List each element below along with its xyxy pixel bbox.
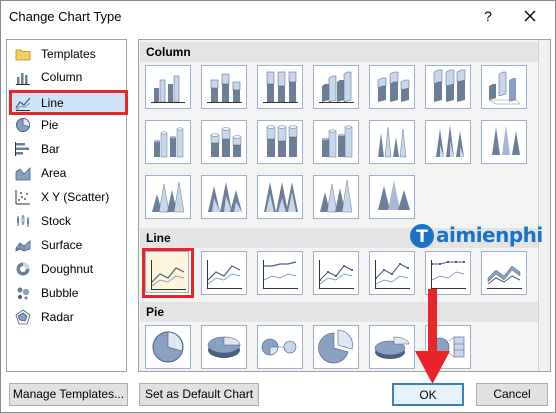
radar-chart-icon [15,309,31,325]
chart-subtype-tile[interactable] [313,175,359,219]
stock-chart-icon [17,215,29,227]
red-arrow-annotation [415,289,450,384]
doughnut-chart-icon [16,262,30,276]
gallery-scrollbar[interactable] [538,40,550,371]
chart-subtype-tile[interactable] [145,120,191,164]
category-templates[interactable]: Templates [9,43,126,65]
chart-subtype-tile[interactable] [425,65,471,109]
chart-subtype-tile[interactable] [369,325,415,369]
chart-subtype-tile[interactable] [425,120,471,164]
category-label: Surface [41,238,83,252]
section-header-pie: Pie [140,302,538,322]
chart-subtype-tile[interactable] [201,251,247,295]
area-chart-icon [15,167,31,181]
chart-subtype-tile[interactable] [313,65,359,109]
category-label: Line [41,95,64,110]
category-label: Bar [41,142,60,156]
column-chart-icon [16,73,30,85]
category-label: Column [41,70,83,84]
category-label: Templates [41,47,96,61]
scatter-chart-icon [15,190,30,205]
chart-subtype-tile[interactable] [369,251,415,295]
watermark-text: aimienphi [436,223,543,247]
category-label: X Y (Scatter) [41,190,110,204]
category-radar[interactable]: Radar [9,306,126,328]
chart-subtype-tile[interactable] [481,65,527,109]
chart-subtype-tile[interactable] [369,65,415,109]
svg-text:T: T [416,227,428,247]
chart-subtype-tile[interactable] [201,65,247,109]
ok-button[interactable]: OK [392,383,464,406]
chart-subtype-tile[interactable] [145,175,191,219]
chart-subtype-tile[interactable] [313,251,359,295]
manage-templates-button[interactable]: Manage Templates... [9,383,128,406]
chart-subtype-tile[interactable] [313,120,359,164]
category-column[interactable]: Column [9,66,126,88]
category-label: Radar [41,310,74,324]
bubble-chart-icon [17,287,30,300]
close-icon[interactable] [517,3,543,29]
chart-subtype-gallery: Column Line Pie [138,39,551,372]
category-doughnut[interactable]: Doughnut [9,258,126,280]
category-label: Stock [41,214,72,228]
chart-subtype-tile[interactable] [145,65,191,109]
title-bar: Change Chart Type ? [1,1,555,32]
pie-chart-icon [16,118,30,132]
chart-subtype-tile[interactable] [257,65,303,109]
category-bubble[interactable]: Bubble [9,282,126,304]
watermark-logo-icon: T [410,224,434,248]
chart-subtype-tile[interactable] [481,120,527,164]
dialog-title: Change Chart Type [9,9,122,24]
chart-subtype-tile-line[interactable] [142,248,194,298]
chart-category-list: Templates Column Line Pie Bar Area X Y (… [6,39,128,372]
chart-subtype-tile[interactable] [201,325,247,369]
chart-subtype-tile[interactable] [145,325,191,369]
section-header-column: Column [140,42,538,62]
bar-chart-icon [15,142,29,156]
chart-subtype-tile[interactable] [257,325,303,369]
category-stock[interactable]: Stock [9,210,126,232]
chart-subtype-tile[interactable] [257,251,303,295]
category-pie[interactable]: Pie [9,114,126,136]
watermark-logo: T aimienphi [408,222,553,252]
category-surface[interactable]: Surface [9,234,126,256]
category-label: Pie [41,118,59,132]
chart-subtype-tile[interactable] [313,325,359,369]
category-scatter[interactable]: X Y (Scatter) [9,186,126,208]
folder-icon [15,49,31,61]
surface-chart-icon [15,240,31,252]
help-button[interactable]: ? [477,5,499,27]
chart-subtype-tile[interactable] [201,175,247,219]
chart-subtype-tile[interactable] [257,175,303,219]
category-label: Doughnut [41,262,94,276]
change-chart-type-dialog: Change Chart Type ? Templates Column Lin… [0,0,556,413]
category-label: Area [41,166,67,180]
cancel-button[interactable]: Cancel [476,383,548,406]
chart-subtype-tile[interactable] [257,120,303,164]
set-default-chart-button[interactable]: Set as Default Chart [139,383,259,406]
chart-subtype-tile[interactable] [369,175,415,219]
category-area[interactable]: Area [9,162,126,184]
line-chart-icon [15,97,31,111]
category-label: Bubble [41,286,79,300]
category-line[interactable]: Line [9,90,128,115]
chart-subtype-tile[interactable] [201,120,247,164]
chart-subtype-tile[interactable] [369,120,415,164]
category-bar[interactable]: Bar [9,138,126,160]
chart-subtype-tile[interactable] [481,251,527,295]
